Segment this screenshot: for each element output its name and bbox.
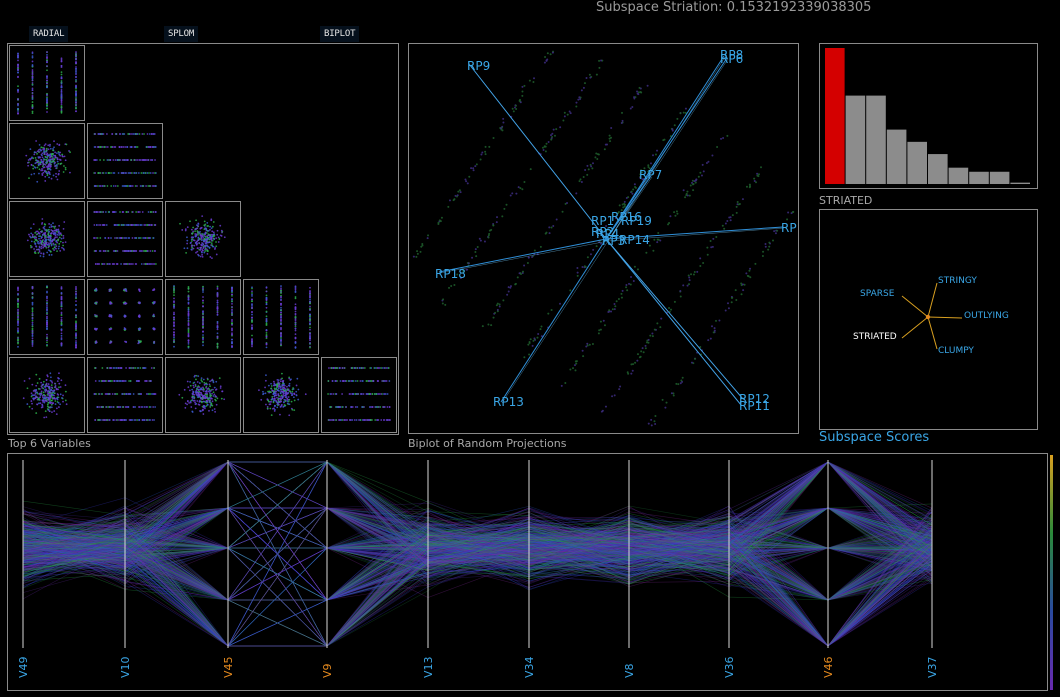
tab-radial[interactable]: RADIAL xyxy=(29,26,69,42)
axis-label[interactable]: V45 xyxy=(222,656,235,678)
splom-cell[interactable] xyxy=(87,279,163,355)
tab-biplot[interactable]: BIPLOT xyxy=(320,26,360,42)
biplot-label: RP11 xyxy=(739,399,770,413)
axis-label[interactable]: V34 xyxy=(523,656,536,678)
biplot-label: RP7 xyxy=(639,168,662,182)
histogram-bar[interactable] xyxy=(866,95,886,184)
histogram-panel[interactable] xyxy=(819,43,1038,189)
tab-splom[interactable]: SPLOM xyxy=(164,26,199,42)
splom-cell[interactable] xyxy=(87,201,163,277)
axis-label[interactable]: V46 xyxy=(822,656,835,678)
histogram-bar[interactable] xyxy=(845,95,866,184)
splom-caption: Top 6 Variables xyxy=(8,437,91,450)
histogram-bar[interactable] xyxy=(989,171,1010,184)
score-label[interactable]: SPARSE xyxy=(860,289,895,299)
color-scale-bar xyxy=(1050,455,1053,690)
biplot-label: RP3 xyxy=(602,234,625,248)
splom-cell[interactable] xyxy=(165,279,241,355)
biplot-label: RP13 xyxy=(493,395,524,409)
splom-cell[interactable] xyxy=(165,357,241,433)
score-label[interactable]: STRIATED xyxy=(853,332,897,342)
splom-cell[interactable] xyxy=(9,45,85,121)
splom-cell[interactable] xyxy=(165,201,241,277)
axis-label[interactable]: V37 xyxy=(926,656,939,678)
axis-label[interactable]: V8 xyxy=(623,663,636,678)
histogram-bar[interactable] xyxy=(907,141,927,184)
axis-label[interactable]: V49 xyxy=(17,656,30,678)
score-label[interactable]: OUTLYING xyxy=(964,311,1009,321)
splom-cell[interactable] xyxy=(243,279,319,355)
histogram-bar[interactable] xyxy=(948,167,969,184)
splom-cell[interactable] xyxy=(9,279,85,355)
splom-cell[interactable] xyxy=(321,357,397,433)
scores-panel[interactable]: SPARSE STRINGY OUTLYING STRIATED CLUMPY xyxy=(819,209,1038,430)
biplot-label: RP9 xyxy=(467,59,490,73)
biplot-caption: Biplot of Random Projections xyxy=(408,437,567,450)
histogram-bar[interactable] xyxy=(969,171,989,184)
biplot-label: RP17 xyxy=(781,221,798,235)
histogram-bar[interactable] xyxy=(886,129,907,184)
histogram-bar[interactable] xyxy=(825,48,845,184)
striation-histogram[interactable] xyxy=(820,44,1037,188)
biplot-chart[interactable]: RP9RP8RP6RP7RP16RP19RP1RP2RP4RP14RP3RP17… xyxy=(409,44,798,433)
histogram-bar[interactable] xyxy=(928,154,948,184)
biplot-label: RP18 xyxy=(435,267,466,281)
score-label[interactable]: STRINGY xyxy=(938,276,977,286)
splom-cell[interactable] xyxy=(243,357,319,433)
axis-label[interactable]: V10 xyxy=(119,656,132,678)
score-label[interactable]: CLUMPY xyxy=(938,346,974,356)
splom-cell[interactable] xyxy=(87,123,163,199)
subspace-scores-chart[interactable]: SPARSE STRINGY OUTLYING STRIATED CLUMPY xyxy=(820,210,1037,429)
histogram-caption: STRIATED xyxy=(819,194,873,207)
splom-cell[interactable] xyxy=(9,357,85,433)
axis-label[interactable]: V13 xyxy=(422,656,435,678)
parallel-coordinates-chart[interactable]: V49 V10 V45 V9 V13 V34 V8 V36 V46 V37 xyxy=(8,454,1047,690)
biplot-label: RP6 xyxy=(720,52,743,66)
parallel-coordinates-panel[interactable]: V49 V10 V45 V9 V13 V34 V8 V36 V46 V37 xyxy=(7,453,1048,691)
subspace-striation-title: Subspace Striation: 0.1532192339038305 xyxy=(596,0,872,15)
splom-cell[interactable] xyxy=(9,201,85,277)
axis-label[interactable]: V36 xyxy=(723,656,736,678)
histogram-bar[interactable] xyxy=(1010,182,1030,184)
biplot-panel[interactable]: RP9RP8RP6RP7RP16RP19RP1RP2RP4RP14RP3RP17… xyxy=(408,43,799,434)
splom-cell[interactable] xyxy=(9,123,85,199)
scores-caption: Subspace Scores xyxy=(819,430,930,445)
splom-cell[interactable] xyxy=(87,357,163,433)
biplot-label: RP19 xyxy=(621,214,652,228)
axis-label[interactable]: V9 xyxy=(321,663,334,678)
